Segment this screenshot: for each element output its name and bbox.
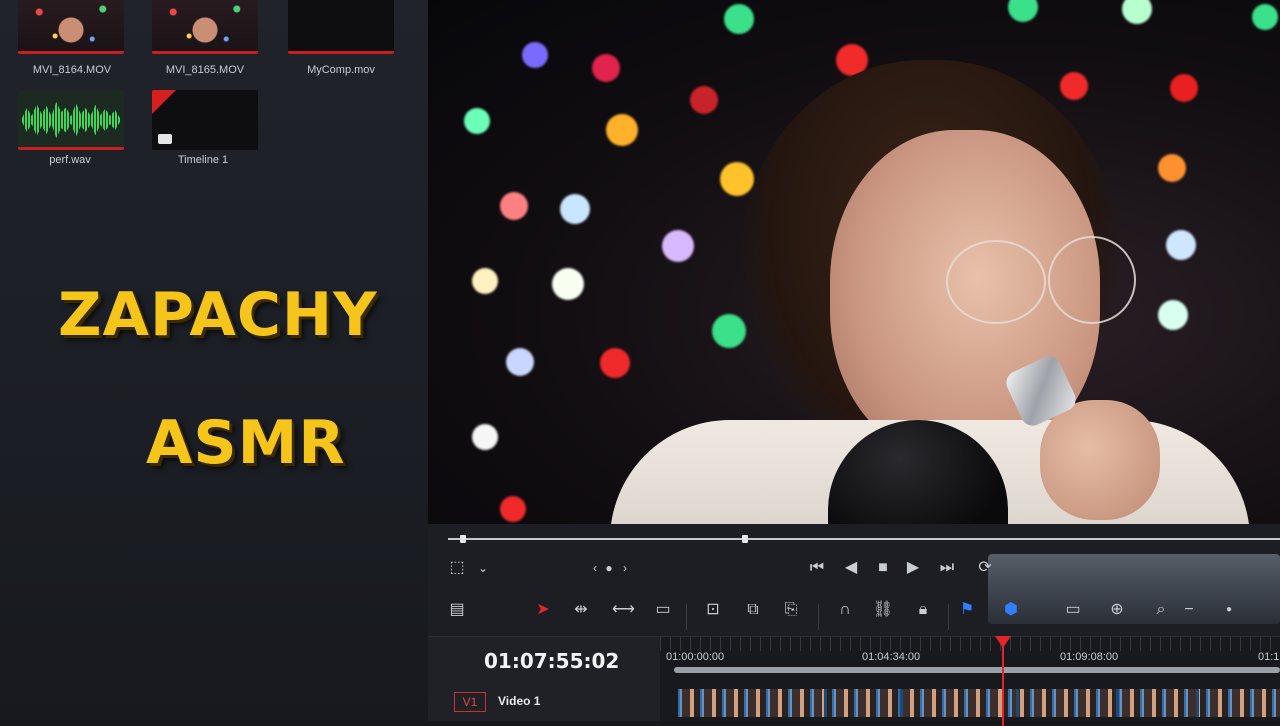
bokeh-light xyxy=(724,4,754,34)
ruler-timecode: 01:1 xyxy=(1258,651,1280,663)
zoom-detail-icon[interactable]: ⊕ xyxy=(1106,599,1128,621)
clip-name: perf.wav xyxy=(49,154,91,166)
snapping-icon[interactable]: ∩ xyxy=(834,599,856,621)
chevron-down-icon[interactable]: ⌄ xyxy=(472,557,494,579)
bokeh-light xyxy=(560,194,590,224)
zoom-full-icon[interactable]: ▭ xyxy=(1062,599,1084,621)
blade-icon[interactable]: ▭ xyxy=(652,599,674,621)
toolbar-divider xyxy=(686,604,687,630)
video-clips-track[interactable] xyxy=(678,689,1280,717)
bokeh-light xyxy=(1008,0,1038,22)
media-pool: MVI_8164.MOV MVI_8165.MOV MyComp.mov per… xyxy=(0,0,428,720)
clip-name: MVI_8164.MOV xyxy=(32,64,112,76)
bokeh-light xyxy=(592,54,620,82)
viewer-controls: ⬚ ⌄ ‹ ● › ⏮ ◀ ■ ▶ ⏭ ⟳ ▤ ➤ ⇹ ⟷ ▭ ⊡ ⧉ ⎘ ∩ … xyxy=(428,524,1280,726)
audio-clip-thumbnail[interactable] xyxy=(18,90,124,150)
flag-icon[interactable]: ⚑ xyxy=(956,599,978,621)
playhead[interactable] xyxy=(1002,642,1004,726)
clip-boundary xyxy=(1016,689,1019,717)
zoom-custom-icon[interactable]: ⌕ xyxy=(1150,599,1172,621)
skip-start-icon[interactable]: ⏮ xyxy=(806,557,828,579)
next-frame-icon[interactable]: › xyxy=(614,557,636,579)
bokeh-light xyxy=(552,268,584,300)
person-hand xyxy=(1040,400,1160,520)
trim-icon[interactable]: ⇹ xyxy=(570,599,592,621)
clip-boundary xyxy=(1116,689,1119,717)
viewer-frame xyxy=(428,0,1280,524)
timeline-view-icon[interactable]: ▤ xyxy=(446,599,468,621)
timeline-header: 01:07:55:02 V1 Video 1 xyxy=(428,636,660,721)
track-id-badge[interactable]: V1 xyxy=(454,692,486,712)
timecode-display[interactable]: 01:07:55:02 xyxy=(484,649,619,673)
timeline-thumbnail[interactable] xyxy=(152,90,258,150)
bokeh-light xyxy=(464,108,490,134)
bokeh-light xyxy=(662,230,694,262)
link-icon[interactable]: ⛓ xyxy=(872,599,894,621)
marker-icon[interactable]: ⬢ xyxy=(1000,599,1022,621)
lock-icon[interactable]: 🔒︎ xyxy=(912,599,934,621)
insert-icon[interactable]: ⊡ xyxy=(702,599,724,621)
track-name[interactable]: Video 1 xyxy=(498,694,540,708)
timeline-ruler[interactable]: 01:00:00:00 01:04:34:00 01:09:08:00 01:1 xyxy=(660,636,1280,721)
bokeh-light xyxy=(1158,300,1188,330)
timeline-icon xyxy=(158,134,172,144)
clip-name: MVI_8165.MOV xyxy=(165,64,245,76)
clip-name: Timeline 1 xyxy=(177,154,229,166)
bokeh-light xyxy=(506,348,534,376)
clip-boundary xyxy=(824,689,827,717)
bokeh-light xyxy=(1166,230,1196,260)
bokeh-light xyxy=(606,114,638,146)
ruler-timecode: 01:09:08:00 xyxy=(1060,651,1119,663)
dynamic-trim-icon[interactable]: ⟷ xyxy=(612,599,635,621)
clip-thumbnail[interactable] xyxy=(152,0,258,54)
bokeh-light xyxy=(1252,4,1278,30)
clip-thumbnail[interactable] xyxy=(18,0,124,54)
clip-name: MyComp.mov xyxy=(307,64,375,76)
bokeh-light xyxy=(690,86,718,114)
loop-icon[interactable]: ⟳ xyxy=(974,557,996,579)
transform-icon[interactable]: ⬚ xyxy=(446,557,468,579)
overlay-title-line2: ASMR xyxy=(146,408,346,478)
timeline-scroll-bar[interactable] xyxy=(674,667,1280,673)
corner-flag-icon xyxy=(152,90,176,114)
bokeh-light xyxy=(500,496,526,522)
scrubber-start[interactable] xyxy=(460,535,466,543)
bokeh-light xyxy=(1122,0,1152,24)
overlay-title-line1: ZAPACHY xyxy=(58,280,378,350)
clip-thumbnail[interactable] xyxy=(288,0,394,54)
bokeh-light xyxy=(600,348,630,378)
bokeh-light xyxy=(1060,72,1088,100)
skip-end-icon[interactable]: ⏭ xyxy=(936,557,958,579)
bokeh-light xyxy=(1170,74,1198,102)
glasses xyxy=(946,240,1046,324)
toolbar-divider xyxy=(948,604,949,630)
selection-arrow-icon[interactable]: ➤ xyxy=(532,599,554,621)
bokeh-light xyxy=(472,268,498,294)
ruler-ticks xyxy=(660,637,1280,651)
zoom-slider-icon[interactable]: ● xyxy=(1218,599,1240,621)
glasses xyxy=(1048,236,1136,324)
zoom-out-icon[interactable]: − xyxy=(1178,599,1200,621)
clip-boundary xyxy=(900,689,903,717)
clip-boundary xyxy=(1196,689,1199,717)
bokeh-light xyxy=(500,192,528,220)
scrubber-handle[interactable] xyxy=(742,535,748,543)
bokeh-light xyxy=(1158,154,1186,182)
scrubber-bar[interactable] xyxy=(448,535,1280,543)
ruler-timecode: 01:04:34:00 xyxy=(862,651,921,663)
toolbar-divider xyxy=(818,604,819,630)
ruler-timecode: 01:00:00:00 xyxy=(666,651,725,663)
play-reverse-icon[interactable]: ◀ xyxy=(840,557,862,579)
bokeh-light xyxy=(522,42,548,68)
bokeh-light xyxy=(720,162,754,196)
waveform-icon xyxy=(22,102,120,138)
play-icon[interactable]: ▶ xyxy=(902,557,924,579)
overwrite-icon[interactable]: ⧉ xyxy=(742,599,764,621)
stop-icon[interactable]: ■ xyxy=(872,557,894,579)
bokeh-light xyxy=(472,424,498,450)
replace-icon[interactable]: ⎘ xyxy=(780,599,802,621)
